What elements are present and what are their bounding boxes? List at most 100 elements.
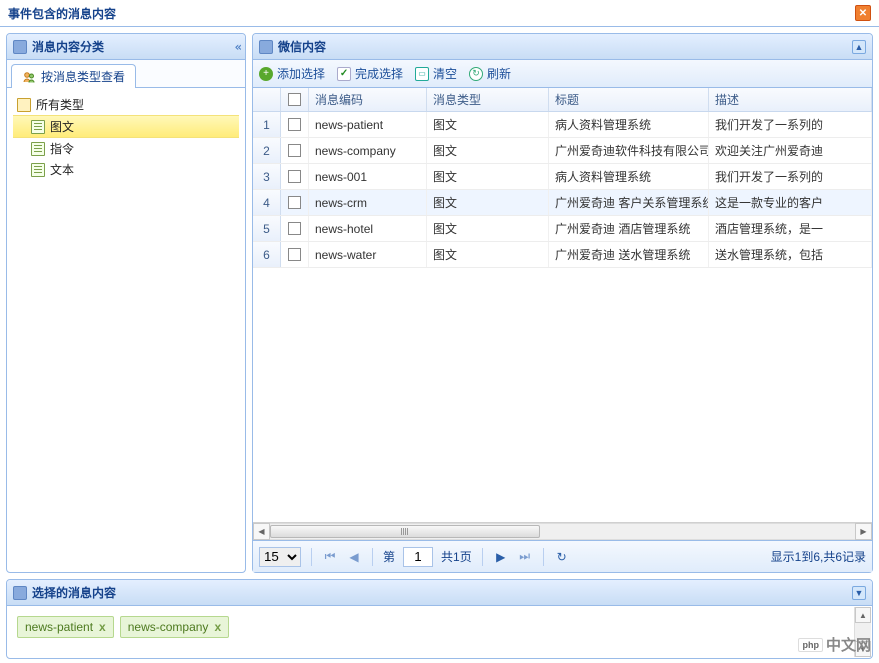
checkbox-icon[interactable] <box>288 144 301 157</box>
cell-title: 病人资料管理系统 <box>549 164 709 189</box>
cell-title: 广州爱奇迪 酒店管理系统 <box>549 216 709 241</box>
finish-selection-button[interactable]: ✓ 完成选择 <box>337 65 403 82</box>
cell-checkbox[interactable] <box>281 112 309 137</box>
cell-title: 广州爱奇迪 送水管理系统 <box>549 242 709 267</box>
add-selection-button[interactable]: + 添加选择 <box>259 65 325 82</box>
pager-next-icon[interactable]: ▶ <box>493 549 509 565</box>
tab-by-type[interactable]: 按消息类型查看 <box>11 64 136 88</box>
scroll-right-icon[interactable]: ▶ <box>855 523 872 540</box>
cell-code: news-001 <box>309 164 427 189</box>
horizontal-scrollbar[interactable]: ◀ ▶ <box>253 522 872 540</box>
cell-code: news-company <box>309 138 427 163</box>
tree-label: 文本 <box>50 161 74 178</box>
table-row[interactable]: 6news-water图文广州爱奇迪 送水管理系统送水管理系统，包括 <box>253 242 872 268</box>
cell-type: 图文 <box>427 216 549 241</box>
cell-title: 广州爱奇迪软件科技有限公司 <box>549 138 709 163</box>
page-number-input[interactable] <box>403 547 433 567</box>
tag-remove-icon[interactable]: x <box>214 620 221 634</box>
cell-desc: 送水管理系统，包括 <box>709 242 872 267</box>
checkbox-icon[interactable] <box>288 118 301 131</box>
checkbox-icon[interactable] <box>288 248 301 261</box>
cell-title: 广州爱奇迪 客户关系管理系统 <box>549 190 709 215</box>
collapse-down-icon[interactable]: ▼ <box>852 586 866 600</box>
check-icon: ✓ <box>337 67 351 81</box>
close-icon[interactable]: ✕ <box>855 5 871 21</box>
col-header-type[interactable]: 消息类型 <box>427 88 549 111</box>
collapse-up-icon[interactable]: ▲ <box>852 40 866 54</box>
users-icon <box>22 70 36 84</box>
cell-rownum: 1 <box>253 112 281 137</box>
cell-checkbox[interactable] <box>281 138 309 163</box>
cell-rownum: 3 <box>253 164 281 189</box>
table-row[interactable]: 4news-crm图文广州爱奇迪 客户关系管理系统这是一款专业的客户 <box>253 190 872 216</box>
table-row[interactable]: 5news-hotel图文广州爱奇迪 酒店管理系统酒店管理系统，是一 <box>253 216 872 242</box>
plus-icon: + <box>259 67 273 81</box>
table-row[interactable]: 3news-001图文病人资料管理系统我们开发了一系列的 <box>253 164 872 190</box>
selected-panel-header: 选择的消息内容 ▼ <box>7 580 872 606</box>
toolbar-label: 清空 <box>433 65 457 82</box>
cell-checkbox[interactable] <box>281 164 309 189</box>
pager-prev-icon[interactable]: ◀ <box>346 549 362 565</box>
cell-checkbox[interactable] <box>281 242 309 267</box>
category-panel-title: 消息内容分类 <box>32 38 104 55</box>
scroll-left-icon[interactable]: ◀ <box>253 523 270 540</box>
tree-node-root[interactable]: 所有类型 <box>13 94 239 115</box>
toolbar-label: 完成选择 <box>355 65 403 82</box>
category-panel-header: 消息内容分类 « <box>7 34 245 60</box>
window-title: 事件包含的消息内容 <box>8 5 116 22</box>
tag-remove-icon[interactable]: x <box>99 620 106 634</box>
grid-body: 1news-patient图文病人资料管理系统我们开发了一系列的2 news-co… <box>253 112 872 522</box>
cell-rownum: 2 <box>253 138 281 163</box>
checkbox-icon[interactable] <box>288 93 301 106</box>
tree-label: 指令 <box>50 140 74 157</box>
cell-type: 图文 <box>427 242 549 267</box>
pager-last-icon[interactable]: ⏭ <box>517 549 533 565</box>
watermark-badge: php <box>798 638 823 652</box>
scroll-thumb[interactable] <box>270 525 540 538</box>
page-size-select[interactable]: 15 <box>259 547 301 567</box>
cell-desc: 酒店管理系统，是一 <box>709 216 872 241</box>
refresh-icon: ↻ <box>469 67 483 81</box>
table-row[interactable]: 1news-patient图文病人资料管理系统我们开发了一系列的 <box>253 112 872 138</box>
checkbox-icon[interactable] <box>288 170 301 183</box>
toolbar-label: 刷新 <box>487 65 511 82</box>
col-header-title[interactable]: 标题 <box>549 88 709 111</box>
table-row[interactable]: 2news-company图文广州爱奇迪软件科技有限公司欢迎关注广州爱奇迪 <box>253 138 872 164</box>
folder-icon <box>17 98 31 112</box>
tree-label: 所有类型 <box>36 96 84 113</box>
cell-rownum: 5 <box>253 216 281 241</box>
tree-node-item[interactable]: 图文 <box>13 115 239 138</box>
col-header-code[interactable]: 消息编码 <box>309 88 427 111</box>
checkbox-icon[interactable] <box>288 196 301 209</box>
checkbox-icon[interactable] <box>288 222 301 235</box>
cell-desc: 我们开发了一系列的 <box>709 164 872 189</box>
watermark: php 中文网 <box>798 634 871 655</box>
panel-icon <box>259 40 273 54</box>
category-tree: 所有类型 图文 指令 文本 <box>7 88 245 186</box>
selected-panel-title: 选择的消息内容 <box>32 584 116 601</box>
tree-node-item[interactable]: 指令 <box>13 138 239 159</box>
col-rownum <box>253 88 281 111</box>
selected-tag[interactable]: news-patientx <box>17 616 114 638</box>
pager-bar: 15 ⏮ ◀ 第 共1页 ▶ ⏭ ↻ 显示1到6,共 <box>253 540 872 572</box>
tag-label: news-company <box>128 620 209 634</box>
cell-rownum: 4 <box>253 190 281 215</box>
cell-desc: 我们开发了一系列的 <box>709 112 872 137</box>
pager-first-icon[interactable]: ⏮ <box>322 549 338 565</box>
cell-type: 图文 <box>427 138 549 163</box>
refresh-button[interactable]: ↻ 刷新 <box>469 65 511 82</box>
cell-code: news-water <box>309 242 427 267</box>
cell-checkbox[interactable] <box>281 190 309 215</box>
scroll-up-icon[interactable]: ▲ <box>855 607 871 623</box>
category-tabstrip: 按消息类型查看 <box>7 60 245 88</box>
tree-node-item[interactable]: 文本 <box>13 159 239 180</box>
col-checkbox-header[interactable] <box>281 88 309 111</box>
pager-refresh-icon[interactable]: ↻ <box>554 549 570 565</box>
col-header-desc[interactable]: 描述 <box>709 88 872 111</box>
clear-button[interactable]: ▭ 清空 <box>415 65 457 82</box>
collapse-left-icon[interactable]: « <box>235 40 239 54</box>
cell-type: 图文 <box>427 112 549 137</box>
cell-checkbox[interactable] <box>281 216 309 241</box>
scroll-track[interactable] <box>270 523 855 540</box>
selected-tag[interactable]: news-company x <box>120 616 229 638</box>
